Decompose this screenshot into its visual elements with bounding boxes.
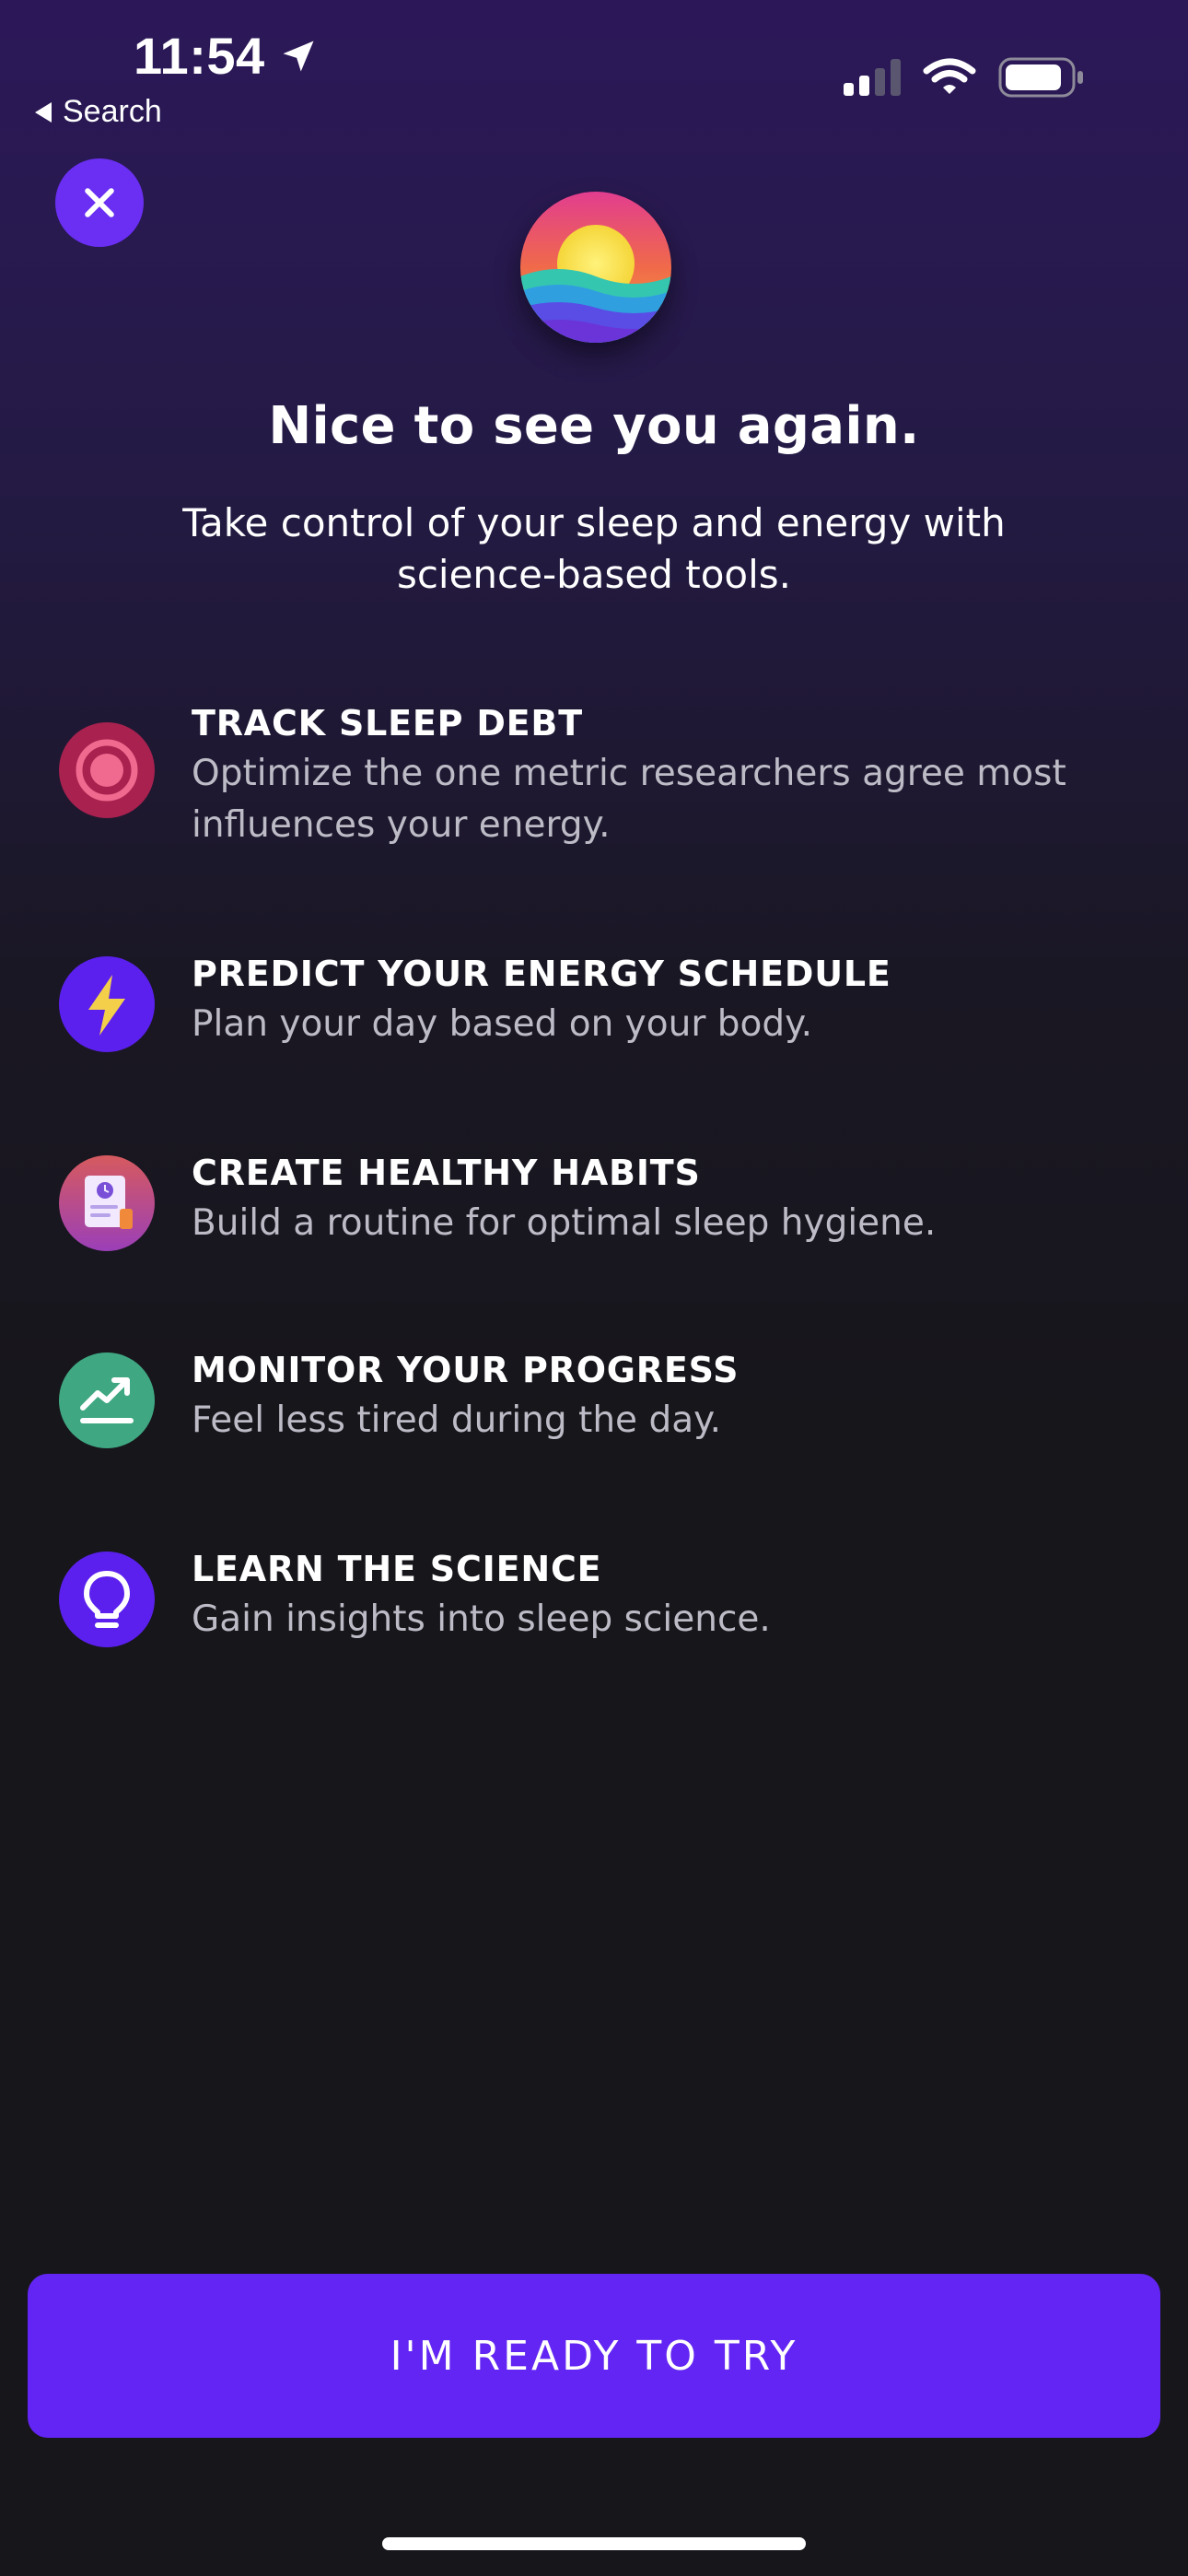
feature-item-monitor-progress: MONITOR YOUR PROGRESS Feel less tired du… <box>59 1347 1146 1448</box>
location-arrow-icon <box>283 41 314 71</box>
feature-description: Feel less tired during the day. <box>192 1399 722 1441</box>
back-label: Search <box>63 94 162 129</box>
feature-description: Build a routine for optimal sleep hygien… <box>192 1202 937 1244</box>
wifi-icon <box>923 58 976 94</box>
feature-item-healthy-habits: CREATE HEALTHY HABITS Build a routine fo… <box>59 1150 1146 1251</box>
feature-title: LEARN THE SCIENCE <box>192 1549 602 1589</box>
target-icon <box>59 722 155 818</box>
ready-to-try-button[interactable]: I'M READY TO TRY <box>28 2274 1160 2438</box>
feature-description: Gain insights into sleep science. <box>192 1598 771 1640</box>
lightbulb-icon <box>59 1551 155 1647</box>
home-indicator[interactable] <box>382 2537 806 2550</box>
trend-up-icon <box>59 1352 155 1448</box>
feature-title: MONITOR YOUR PROGRESS <box>192 1350 740 1390</box>
app-logo-sunrise-icon <box>520 192 671 343</box>
feature-title: TRACK SLEEP DEBT <box>192 703 583 744</box>
cellular-signal-icon <box>844 59 901 96</box>
page-subtitle: Take control of your sleep and energy wi… <box>182 500 1006 597</box>
feature-item-learn-science: LEARN THE SCIENCE Gain insights into sle… <box>59 1546 1146 1647</box>
close-icon <box>85 188 114 217</box>
lightning-icon <box>59 956 155 1052</box>
back-to-search-link[interactable]: Search <box>35 94 162 130</box>
feature-title: PREDICT YOUR ENERGY SCHEDULE <box>192 954 891 994</box>
clock-text: 11:54 <box>134 27 265 85</box>
battery-icon <box>998 57 1083 98</box>
status-time: 11:54 <box>134 26 319 86</box>
feature-title: CREATE HEALTHY HABITS <box>192 1153 701 1193</box>
close-button[interactable] <box>55 158 144 247</box>
feature-item-track-sleep-debt: TRACK SLEEP DEBT Optimize the one metric… <box>59 700 1146 851</box>
ready-to-try-label: I'M READY TO TRY <box>390 2332 798 2380</box>
feature-item-predict-energy: PREDICT YOUR ENERGY SCHEDULE Plan your d… <box>59 951 1146 1052</box>
back-triangle-icon <box>35 101 52 123</box>
habit-card-icon <box>59 1155 155 1251</box>
onboarding-screen: 11:54 Search Nice to see you again. Take… <box>0 0 1188 2576</box>
feature-description: Optimize the one metric researchers agre… <box>192 753 1066 846</box>
feature-description: Plan your day based on your body. <box>192 1003 813 1045</box>
status-indicators <box>844 57 1085 98</box>
page-title: Nice to see you again. <box>268 396 920 456</box>
